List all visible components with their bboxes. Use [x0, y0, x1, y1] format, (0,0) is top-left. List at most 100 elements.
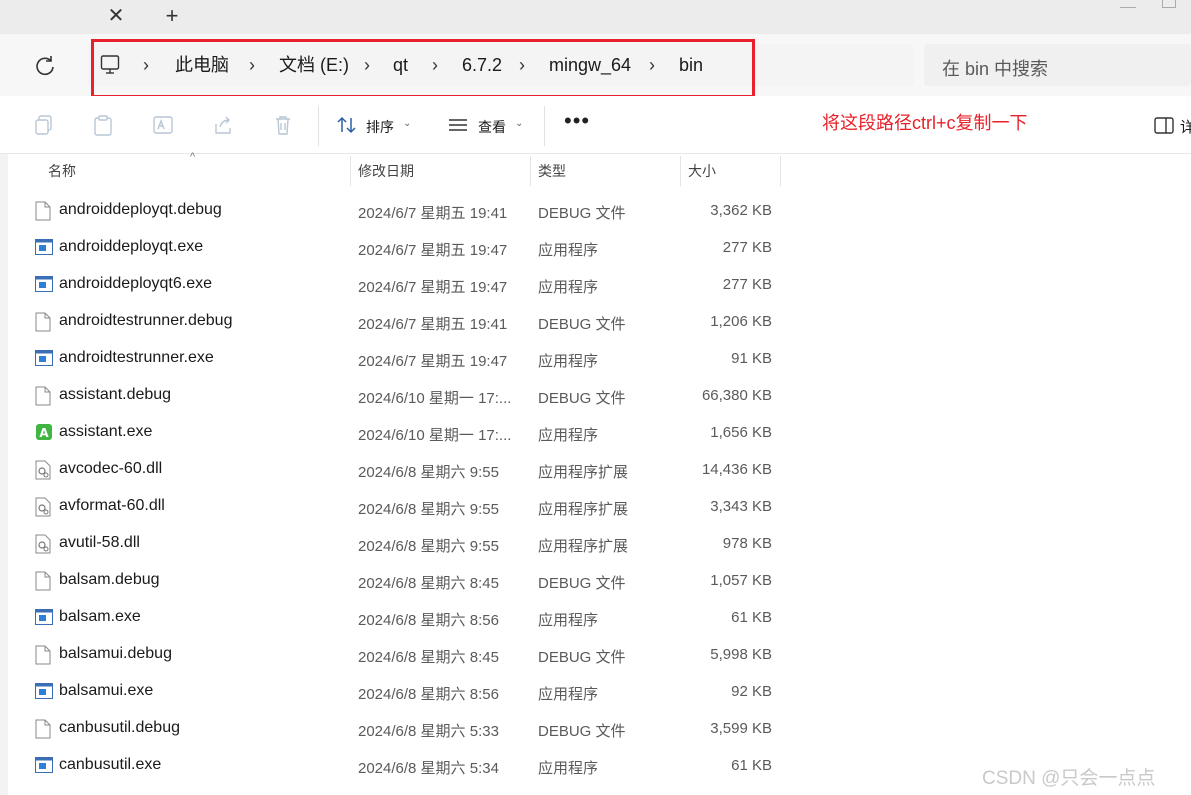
file-size: 1,206 KB [710, 313, 772, 330]
file-name: androiddeployqt.exe [59, 238, 204, 255]
file-name: androidtestrunner.exe [59, 349, 214, 366]
exe-icon [35, 608, 53, 628]
dll-icon [35, 534, 51, 554]
file-type: DEBUG 文件 [538, 316, 626, 333]
exe-icon [35, 275, 53, 295]
file-name: androidtestrunner.debug [59, 312, 233, 329]
file-row[interactable]: androiddeployqt.exe 2024/6/7 星期五 19:47 应用程… [8, 229, 1108, 266]
view-chevron-down-icon[interactable]: ⌄ [515, 118, 523, 129]
file-type: 应用程序 [538, 353, 599, 370]
watermark: CSDN @只会一点点 [982, 768, 1156, 789]
delete-icon[interactable] [272, 114, 294, 136]
share-icon[interactable] [212, 114, 234, 136]
file-size: 1,057 KB [710, 572, 772, 589]
search-placeholder: 在 bin 中搜索 [942, 59, 1049, 79]
file-size: 3,599 KB [710, 720, 772, 737]
file-row[interactable]: balsamui.debug 2024/6/8 星期六 8:45 DEBUG 文件 5… [8, 636, 1108, 673]
column-header-date[interactable]: 修改日期 [358, 161, 414, 181]
file-name: canbusutil.exe [59, 756, 162, 773]
column-header-type[interactable]: 类型 [538, 161, 566, 181]
file-size: 92 KB [731, 683, 772, 700]
file-row[interactable]: balsamui.exe 2024/6/8 星期六 8:56 应用程序 92 KB [8, 673, 1108, 710]
file-modified-date: 2024/6/7 星期五 19:41 [358, 205, 508, 222]
file-row[interactable]: androidtestrunner.debug 2024/6/7 星期五 19:4… [8, 303, 1108, 340]
file-name: balsamui.exe [59, 682, 154, 699]
file-size: 61 KB [731, 609, 772, 626]
copy-icon[interactable] [33, 114, 55, 136]
toolbar-divider [544, 106, 545, 146]
file-type: DEBUG 文件 [538, 723, 626, 740]
file-row[interactable]: avcodec-60.dll 2024/6/8 星期六 9:55 应用程序扩展 14,… [8, 451, 1108, 488]
column-divider[interactable] [530, 156, 531, 186]
column-divider[interactable] [350, 156, 351, 186]
maximize-icon[interactable] [1162, 0, 1176, 8]
file-modified-date: 2024/6/7 星期五 19:47 [358, 242, 508, 259]
file-type: DEBUG 文件 [538, 649, 626, 666]
file-modified-date: 2024/6/10 星期一 17:... [358, 390, 512, 407]
file-size: 978 KB [722, 535, 772, 552]
file-name: canbusutil.debug [59, 719, 180, 736]
view-icon[interactable] [447, 114, 469, 136]
file-size: 3,362 KB [710, 202, 772, 219]
file-row[interactable]: canbusutil.debug 2024/6/8 星期六 5:33 DEBUG 文… [8, 710, 1108, 747]
file-size: 277 KB [722, 239, 772, 256]
file-modified-date: 2024/6/8 星期六 5:34 [358, 760, 499, 777]
column-header-name[interactable]: 名称 [48, 161, 76, 181]
sort-chevron-down-icon[interactable]: ⌄ [403, 118, 411, 129]
file-name: avcodec-60.dll [59, 460, 163, 477]
file-row[interactable]: Aassistant.exe 2024/6/10 星期一 17:... 应用程序 1,… [8, 414, 1108, 451]
file-modified-date: 2024/6/8 星期六 8:56 [358, 686, 499, 703]
svg-text:A: A [39, 426, 49, 440]
file-name: balsam.debug [59, 571, 160, 588]
file-size: 61 KB [731, 757, 772, 774]
document-icon [35, 571, 51, 591]
sort-ascending-icon: ^ [190, 151, 196, 163]
file-row[interactable]: balsam.exe 2024/6/8 星期六 8:56 应用程序 61 KB [8, 599, 1108, 636]
file-size: 277 KB [722, 276, 772, 293]
file-name: assistant.debug [59, 386, 172, 403]
file-row[interactable]: canbusutil.exe 2024/6/8 星期六 5:34 应用程序 61 KB [8, 747, 1108, 784]
file-row[interactable]: androiddeployqt6.exe 2024/6/7 星期五 19:47 应用… [8, 266, 1108, 303]
file-type: 应用程序扩展 [538, 464, 629, 481]
document-icon [35, 386, 51, 406]
details-button[interactable]: 详 [1180, 116, 1191, 137]
exe-icon [35, 349, 53, 369]
exe-icon [35, 682, 53, 702]
file-row[interactable]: assistant.debug 2024/6/10 星期一 17:... DEBUG… [8, 377, 1108, 414]
column-divider[interactable] [680, 156, 681, 186]
paste-icon[interactable] [92, 114, 114, 136]
file-row[interactable]: avutil-58.dll 2024/6/8 星期六 9:55 应用程序扩展 978 … [8, 525, 1108, 562]
refresh-icon[interactable] [32, 53, 58, 79]
close-tab-icon[interactable]: ✕ [104, 4, 128, 28]
file-row[interactable]: balsam.debug 2024/6/8 星期六 8:45 DEBUG 文件 1,0… [8, 562, 1108, 599]
document-icon [35, 719, 51, 739]
more-options-button[interactable]: ••• [564, 108, 590, 134]
new-tab-button[interactable]: + [160, 4, 184, 28]
file-name: assistant.exe [59, 423, 153, 440]
file-modified-date: 2024/6/8 星期六 8:45 [358, 649, 499, 666]
file-modified-date: 2024/6/8 星期六 8:56 [358, 612, 499, 629]
file-type: 应用程序 [538, 760, 599, 777]
column-header-size[interactable]: 大小 [688, 161, 716, 181]
file-type: 应用程序扩展 [538, 538, 629, 555]
column-divider[interactable] [780, 156, 781, 186]
file-row[interactable]: androiddeployqt.debug 2024/6/7 星期五 19:41 D… [8, 192, 1108, 229]
exe-icon [35, 238, 53, 258]
rename-icon[interactable] [152, 114, 174, 136]
minimize-icon[interactable] [1120, 0, 1136, 8]
sort-icon[interactable] [336, 114, 358, 136]
file-type: DEBUG 文件 [538, 575, 626, 592]
file-row[interactable]: androidtestrunner.exe 2024/6/7 星期五 19:47 应… [8, 340, 1108, 377]
view-button[interactable]: 查看 [478, 117, 506, 137]
details-pane-icon[interactable] [1154, 117, 1174, 134]
dll-icon [35, 460, 51, 480]
sort-button[interactable]: 排序 [366, 117, 394, 137]
file-type: 应用程序扩展 [538, 501, 629, 518]
document-icon [35, 645, 51, 665]
document-icon [35, 312, 51, 332]
exe-icon [35, 756, 53, 776]
file-modified-date: 2024/6/7 星期五 19:41 [358, 316, 508, 333]
file-name: balsam.exe [59, 608, 141, 625]
file-size: 14,436 KB [701, 461, 772, 478]
file-row[interactable]: avformat-60.dll 2024/6/8 星期六 9:55 应用程序扩展 3,… [8, 488, 1108, 525]
